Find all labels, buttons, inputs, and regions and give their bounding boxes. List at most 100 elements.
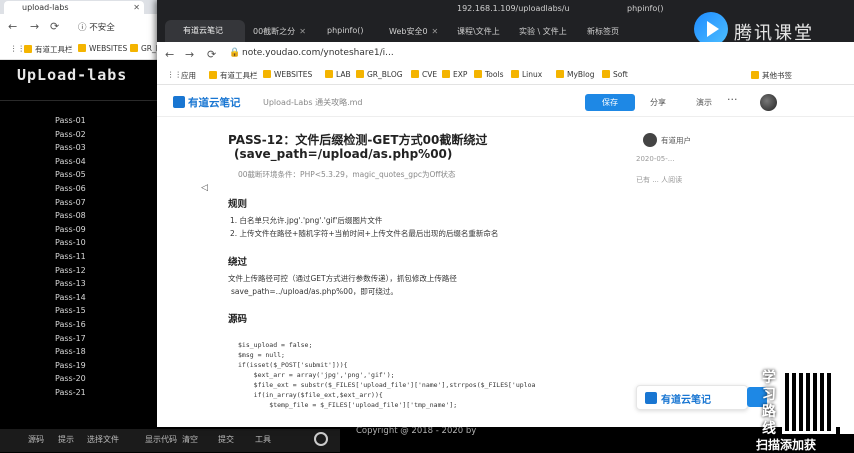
front-browser-window: 有道云笔记 00截断之分 ✕ phpinfo() Web安全0 ✕ 课程\文件上 1… — [157, 0, 854, 427]
folder-icon — [209, 71, 217, 79]
bookmark-item[interactable]: 其他书签 — [751, 70, 792, 81]
folder-icon — [474, 70, 482, 78]
author-meta: 2020-05-... — [636, 155, 675, 163]
forward-arrow-icon[interactable]: → — [185, 48, 194, 61]
bookmark-item[interactable]: 应用 — [181, 70, 196, 81]
back-arrow-icon[interactable]: ← — [8, 20, 17, 33]
bookmark-item[interactable]: WEBSITES — [78, 44, 127, 53]
pass-link[interactable]: Pass-04 — [55, 155, 86, 169]
pass-link[interactable]: Pass-18 — [55, 345, 86, 359]
pass-link[interactable]: Pass-05 — [55, 168, 86, 182]
taskbar-item[interactable]: 提交 — [218, 434, 234, 445]
taskbar-item[interactable]: 源码 — [28, 434, 44, 445]
close-icon[interactable]: ✕ — [432, 27, 439, 36]
youdao-logo-icon — [173, 96, 185, 108]
youdao-float-banner[interactable]: 有道云笔记 — [636, 385, 748, 410]
folder-icon — [78, 44, 86, 52]
section-heading: 绕过 — [228, 257, 248, 268]
bypass-text: save_path=../upload/as.php%00，即可绕过。 — [231, 287, 398, 296]
folder-icon — [325, 70, 333, 78]
pass-link[interactable]: Pass-01 — [55, 114, 86, 128]
reload-icon[interactable]: ⟳ — [50, 20, 59, 33]
bookmark-item[interactable]: 有道工具栏 — [24, 44, 73, 55]
pass-link[interactable]: Pass-11 — [55, 250, 86, 264]
youdao-logo[interactable]: 有道云笔记 — [188, 95, 241, 110]
save-button[interactable]: 保存 — [585, 94, 635, 111]
bookmark-item[interactable]: Tools — [474, 70, 503, 79]
reload-icon[interactable]: ⟳ — [207, 48, 216, 61]
avatar[interactable] — [760, 94, 777, 111]
pass-link[interactable]: Pass-17 — [55, 332, 86, 346]
taskbar-item[interactable]: 清空 — [182, 434, 198, 445]
address-bar[interactable]: note.youdao.com/ynoteshare1/i... — [242, 48, 394, 58]
author-meta: 已有 ... 人阅读 — [636, 176, 683, 184]
power-icon[interactable] — [314, 432, 328, 446]
back-arrow-icon[interactable]: ← — [165, 48, 174, 61]
present-button[interactable]: 演示 — [696, 97, 712, 108]
folder-icon — [442, 70, 450, 78]
front-tab-bar: 有道云笔记 00截断之分 ✕ phpinfo() Web安全0 ✕ 课程\文件上 1… — [157, 0, 854, 46]
pass-link[interactable]: Pass-14 — [55, 291, 86, 305]
pass-link[interactable]: Pass-16 — [55, 318, 86, 332]
apps-icon[interactable]: ⋮⋮ — [10, 44, 25, 53]
security-label[interactable]: ⓘ 不安全 — [78, 21, 115, 33]
doc-name: Upload-Labs 通关攻略.md — [263, 98, 363, 107]
bypass-text: 文件上传路径可控（通过GET方式进行参数传递），抓包修改上传路径 — [228, 274, 457, 283]
section-heading: 源码 — [228, 314, 248, 325]
promo-scan-text: 扫描添加获 — [756, 438, 817, 452]
share-button[interactable]: 分享 — [650, 97, 666, 108]
pass-link[interactable]: Pass-21 — [55, 386, 86, 400]
taskbar-item[interactable]: 提示 — [58, 434, 74, 445]
forward-arrow-icon[interactable]: → — [30, 20, 39, 33]
code-line: $is_upload = false; — [238, 341, 313, 349]
code-line: $temp_file = $_FILES['upload_file']['tmp… — [238, 401, 458, 409]
section-heading: 规则 — [228, 199, 248, 210]
bookmark-item[interactable]: MyBlog — [556, 70, 595, 79]
promo-overlay: 学习路线 扫描添加获 — [750, 368, 854, 452]
outline-toggle-icon[interactable]: ◁ — [201, 183, 208, 193]
folder-icon — [130, 44, 138, 52]
folder-icon — [356, 70, 364, 78]
bookmark-item[interactable]: 有道工具栏 — [209, 70, 258, 81]
bookmark-item[interactable]: CVE — [411, 70, 437, 79]
pass-link[interactable]: Pass-07 — [55, 196, 86, 210]
bookmark-item[interactable]: Soft — [602, 70, 628, 79]
pass-link[interactable]: Pass-12 — [55, 264, 86, 278]
folder-icon — [602, 70, 610, 78]
pass-link[interactable]: Pass-15 — [55, 304, 86, 318]
bookmark-item[interactable]: EXP — [442, 70, 467, 79]
front-bookmarks-bar: ⋮⋮ 应用 有道工具栏 WEBSITES LAB GR_BLOG CVE EXP… — [157, 66, 854, 85]
back-tab[interactable]: upload-labs ✕ — [4, 1, 144, 14]
taskbar-item[interactable]: 工具 — [255, 434, 271, 445]
apps-icon[interactable]: ⋮⋮ — [167, 70, 182, 79]
taskbar-item[interactable]: 显示代码 — [145, 434, 177, 445]
doc-meta: 00截断环境条件：PHP<5.3.29，magic_quotes_gpc为Off… — [238, 170, 456, 179]
pass-link[interactable]: Pass-13 — [55, 277, 86, 291]
code-line: if(isset($_POST['submit'])){ — [238, 361, 348, 369]
author-avatar[interactable] — [643, 133, 657, 147]
info-icon: ⓘ — [78, 23, 90, 33]
tab-youdao-note[interactable]: 有道云笔记 — [165, 20, 245, 42]
pass-link[interactable]: Pass-20 — [55, 372, 86, 386]
close-icon[interactable]: ✕ — [299, 27, 306, 36]
pass-link[interactable]: Pass-03 — [55, 141, 86, 155]
qr-code-icon — [782, 370, 836, 434]
author-name: 有道用户 — [661, 136, 691, 145]
bookmark-item[interactable]: WEBSITES — [263, 70, 312, 79]
bookmark-item[interactable]: Linux — [511, 70, 542, 79]
pass-link[interactable]: Pass-09 — [55, 223, 86, 237]
bookmark-item[interactable]: LAB — [325, 70, 351, 79]
close-icon[interactable]: ✕ — [133, 1, 140, 14]
bookmark-item[interactable]: GR_BLOG — [356, 70, 403, 79]
folder-icon — [511, 70, 519, 78]
rule-item: 1. 白名单只允许.jpg'.'png'.'gif'后缀图片文件 — [230, 216, 383, 225]
browser-tab[interactable]: phpinfo() — [627, 4, 663, 42]
pass-link[interactable]: Pass-19 — [55, 359, 86, 373]
pass-link[interactable]: Pass-08 — [55, 209, 86, 223]
pass-link[interactable]: Pass-10 — [55, 236, 86, 250]
more-icon[interactable]: ··· — [727, 93, 738, 106]
pass-link[interactable]: Pass-02 — [55, 128, 86, 142]
brand-watermark: 腾讯课堂 — [684, 12, 854, 46]
taskbar-item[interactable]: 选择文件 — [87, 434, 119, 445]
pass-link[interactable]: Pass-06 — [55, 182, 86, 196]
